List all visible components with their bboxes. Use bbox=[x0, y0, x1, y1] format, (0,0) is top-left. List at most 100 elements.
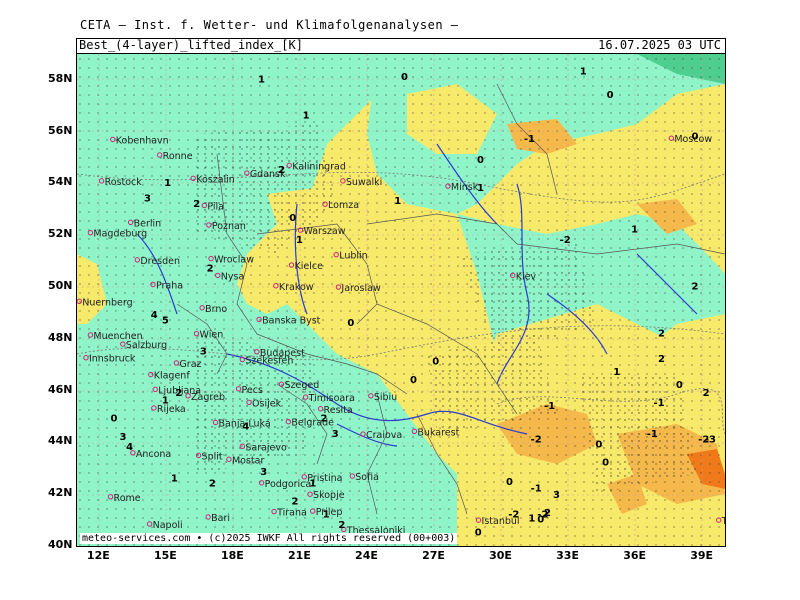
lon-tick-label: 18E bbox=[220, 549, 244, 562]
lifted-index-value: 1 bbox=[164, 178, 171, 189]
city-marker: Kobenhavn bbox=[110, 135, 169, 146]
lifted-index-value: 0 bbox=[347, 318, 354, 329]
product-title-bar: Best_(4-layer)_lifted_index_[K] 16.07.20… bbox=[76, 38, 726, 54]
lifted-index-value: 1 bbox=[162, 396, 169, 407]
city-marker: Berlin bbox=[127, 218, 162, 229]
lifted-index-value: -1 bbox=[531, 484, 542, 495]
weather-map: Kobenhavn Ronne Rostock Koszalin Gdansk Kalin… bbox=[76, 53, 726, 547]
city-marker: Sibiu bbox=[368, 392, 397, 403]
lifted-index-value: 2 bbox=[321, 414, 328, 425]
city-label: Napoli bbox=[153, 520, 183, 531]
lifted-index-value: 0 bbox=[111, 414, 118, 425]
lifted-index-value: 1 bbox=[631, 225, 638, 236]
city-label: Salzburg bbox=[126, 340, 167, 351]
city-marker: Suwalki bbox=[340, 177, 382, 188]
city-marker: Rostock bbox=[98, 177, 143, 188]
city-label: Klagenf bbox=[154, 371, 191, 382]
city-marker: Sofia bbox=[349, 472, 379, 483]
city-label: Trabzon bbox=[721, 516, 725, 527]
lifted-index-value: 0 bbox=[537, 515, 544, 526]
city-marker: Innsbruck bbox=[83, 354, 136, 365]
city-label: Koszalin bbox=[196, 174, 235, 185]
city-label: Lomza bbox=[328, 200, 359, 211]
city-marker: Skopje bbox=[307, 490, 345, 501]
city-label: Bukarest bbox=[417, 427, 459, 438]
city-marker: Koszalin bbox=[190, 174, 235, 185]
city-marker: Zagreb bbox=[185, 392, 225, 403]
lifted-index-value: 4 bbox=[151, 310, 158, 321]
city-marker: Salzburg bbox=[120, 340, 167, 351]
lifted-index-value: 3 bbox=[144, 194, 151, 205]
city-marker: Szekesfeh bbox=[239, 356, 293, 367]
lifted-index-value: -1 bbox=[524, 134, 535, 145]
stipple-overlay bbox=[77, 54, 725, 546]
city-marker: Tirana bbox=[271, 508, 307, 519]
lon-tick-label: 36E bbox=[623, 549, 647, 562]
valid-time: 16.07.2025 03 UTC bbox=[598, 38, 721, 52]
city-label: Rostock bbox=[105, 177, 143, 188]
lifted-index-value: -3 bbox=[705, 434, 716, 445]
city-label: Nuernberg bbox=[82, 297, 132, 308]
lifted-index-value: 1 bbox=[613, 367, 620, 378]
city-marker: Minsk bbox=[445, 182, 479, 193]
city-marker: Banska Byst bbox=[256, 315, 321, 326]
lifted-index-value: 0 bbox=[506, 477, 513, 488]
lifted-index-value: -2 bbox=[531, 434, 542, 445]
lifted-index-value: 3 bbox=[553, 490, 560, 501]
city-label: Kobenhavn bbox=[116, 135, 169, 146]
institution-header: CETA — Inst. f. Wetter- und Klimafolgena… bbox=[80, 18, 459, 32]
city-label: Innsbruck bbox=[89, 354, 136, 365]
lon-tick-label: 24E bbox=[355, 549, 378, 562]
city-label: Timisoara bbox=[308, 393, 355, 404]
lifted-index-value: 2 bbox=[658, 354, 665, 365]
city-marker: Wroclaw bbox=[208, 255, 254, 266]
city-label: Warszaw bbox=[303, 226, 345, 237]
city-marker: Napoli bbox=[146, 520, 183, 531]
city-label: Graz bbox=[179, 359, 201, 370]
city-label: Kielce bbox=[295, 261, 324, 272]
lat-tick-label: 50N bbox=[48, 279, 73, 293]
city-label: Mostar bbox=[232, 455, 265, 466]
lifted-index-value: 0 bbox=[475, 528, 482, 539]
city-label: Berlin bbox=[134, 218, 162, 229]
lifted-index-value: 3 bbox=[332, 429, 339, 440]
city-label: Banska Byst bbox=[262, 315, 321, 326]
lifted-index-value: 0 bbox=[676, 380, 683, 391]
city-label: Wien bbox=[200, 330, 224, 341]
lifted-index-value: -1 bbox=[544, 401, 555, 412]
lat-tick-label: 56N bbox=[48, 123, 73, 137]
lifted-index-value: 1 bbox=[171, 473, 178, 484]
city-marker: Warszaw bbox=[297, 226, 346, 237]
city-marker: Timisoara bbox=[302, 393, 355, 404]
lat-tick-label: 54N bbox=[48, 175, 73, 189]
lifted-index-value: 0 bbox=[432, 357, 439, 368]
city-label: Kaliningrad bbox=[292, 161, 346, 172]
city-marker: Klagenf bbox=[148, 371, 191, 382]
copyright-footer: meteo-services.com • (c)2025 IWKF All ri… bbox=[80, 533, 458, 544]
lifted-index-value: 2 bbox=[175, 388, 182, 399]
city-label: Poznan bbox=[212, 221, 246, 232]
lifted-index-value: 3 bbox=[260, 467, 267, 478]
city-label: Szekesfeh bbox=[245, 356, 293, 367]
lat-tick-label: 58N bbox=[48, 71, 73, 85]
lifted-index-value: 0 bbox=[401, 72, 408, 83]
city-label: Nysa bbox=[221, 271, 245, 282]
lifted-index-value: -1 bbox=[647, 429, 658, 440]
lifted-index-value: 2 bbox=[544, 508, 551, 519]
city-label: Szeged bbox=[284, 380, 319, 391]
city-label: Osijek bbox=[252, 398, 282, 409]
city-label: Pila bbox=[207, 201, 224, 212]
lifted-index-value: 1 bbox=[309, 478, 316, 489]
city-marker: Jaroslaw bbox=[335, 283, 381, 294]
city-marker: Rome bbox=[107, 493, 141, 504]
lifted-index-value: 3 bbox=[119, 432, 126, 443]
lifted-index-value: 1 bbox=[477, 183, 484, 194]
lifted-index-value: 0 bbox=[602, 458, 609, 469]
city-label: Brno bbox=[205, 304, 227, 315]
city-marker: Ronne bbox=[156, 151, 193, 162]
city-label: Krakow bbox=[279, 282, 314, 293]
city-label: Podgorica bbox=[265, 479, 312, 490]
city-label: Craiova bbox=[366, 430, 402, 441]
lon-tick-label: 12E bbox=[86, 549, 110, 562]
city-label: Rome bbox=[114, 493, 141, 504]
